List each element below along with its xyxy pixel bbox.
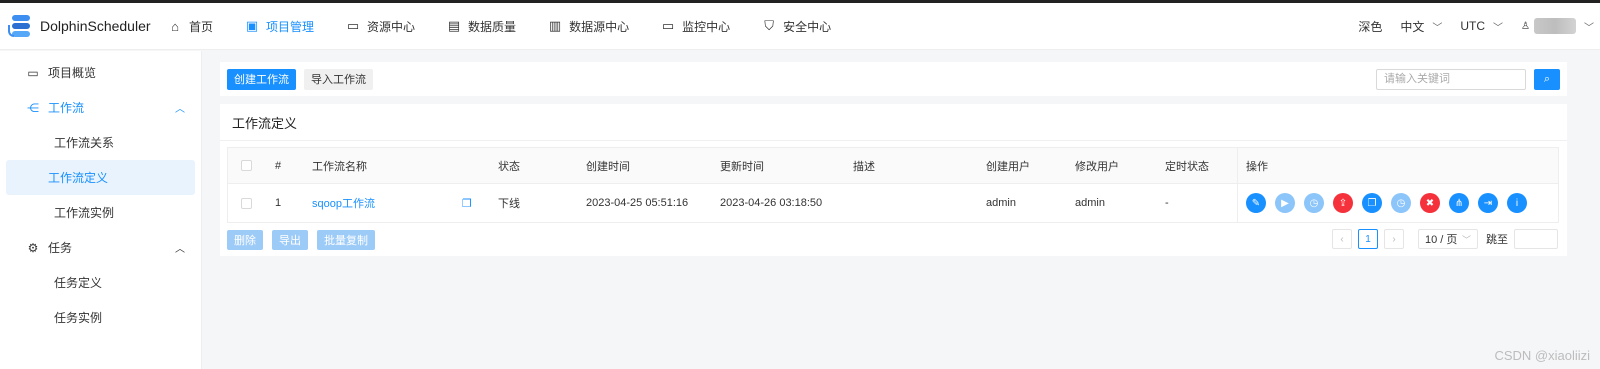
- copy-name-icon[interactable]: ❐: [462, 184, 472, 222]
- workflow-toolbar: 创建工作流 导入工作流 ⌕: [220, 62, 1567, 96]
- timezone-select[interactable]: UTC ﹀: [1460, 19, 1503, 34]
- sidebar-item-task-definition[interactable]: 任务定义: [6, 265, 195, 300]
- blurred-username: [1534, 18, 1576, 34]
- main-nav: ⌂ 首页 ▣ 项目管理 ▭ 资源中心 ▤ 数据质量 ▥ 数据源中心 ▭ 监控中心 ⛉ 安全中心: [168, 3, 863, 50]
- checklist-icon: ▤: [447, 18, 461, 33]
- table-header: # 工作流名称 状态 创建时间 更新时间 描述 创建用户 修改用户 定时状态 操…: [228, 148, 1558, 184]
- shield-icon: ⛉: [764, 18, 774, 33]
- run-icon[interactable]: ▶: [1275, 193, 1295, 213]
- row-checkbox[interactable]: [241, 197, 252, 209]
- nav-monitor[interactable]: ▭ 监控中心: [661, 3, 730, 50]
- workflow-table: # 工作流名称 状态 创建时间 更新时间 描述 创建用户 修改用户 定时状态 操…: [227, 147, 1559, 223]
- user-icon: ♙: [1521, 20, 1530, 32]
- chevron-up-icon: ︿: [175, 104, 185, 115]
- dashboard-icon: ▭: [27, 65, 39, 80]
- sidebar-item-overview[interactable]: ▭ 项目概览: [0, 55, 201, 90]
- sidebar-item-workflow[interactable]: ⋲ 工作流 ︿: [0, 90, 201, 125]
- bulk-actions: 删除 导出 批量复制: [227, 230, 384, 250]
- col-updated: 更新时间: [720, 160, 764, 173]
- chevron-down-icon: ﹀: [1461, 234, 1471, 245]
- chevron-down-icon: ﹀: [1432, 22, 1443, 34]
- col-status: 状态: [498, 160, 520, 173]
- export-icon[interactable]: ⇥: [1478, 193, 1498, 213]
- workflow-name-link[interactable]: sqoop工作流: [312, 184, 375, 222]
- nav-data-quality[interactable]: ▤ 数据质量: [447, 3, 516, 50]
- datasource-icon: ▥: [548, 18, 562, 33]
- watermark: CSDN @xiaoliizi: [1494, 348, 1590, 363]
- jump-page-input[interactable]: [1514, 229, 1558, 249]
- col-name: 工作流名称: [312, 160, 367, 173]
- col-index: #: [275, 159, 282, 172]
- bulk-export-button[interactable]: 导出: [272, 230, 308, 250]
- page-number-button[interactable]: 1: [1358, 229, 1378, 249]
- gear-icon: ⚙: [27, 240, 39, 255]
- col-schedule: 定时状态: [1165, 160, 1209, 173]
- edit-icon[interactable]: ✎: [1246, 193, 1266, 213]
- search-input[interactable]: [1376, 68, 1526, 90]
- select-all-checkbox[interactable]: [241, 160, 252, 171]
- panel-title: 工作流定义: [220, 104, 1567, 141]
- bulk-delete-button[interactable]: 删除: [227, 230, 263, 250]
- project-icon: ▣: [245, 18, 259, 33]
- folder-icon: ▭: [346, 18, 360, 33]
- workflow-definition-panel: 工作流定义 # 工作流名称 状态 创建时间 更新时间 描述 创建用户 修改用户 …: [220, 104, 1567, 256]
- chevron-down-icon: ﹀: [1493, 22, 1504, 34]
- chevron-left-icon: ‹: [1340, 233, 1344, 245]
- nav-resource[interactable]: ▭ 资源中心: [346, 3, 415, 50]
- col-creator: 创建用户: [986, 160, 1030, 173]
- chevron-up-icon: ︿: [175, 244, 185, 255]
- header-right: 深色 中文 ﹀ UTC ﹀ ♙ ﹀: [1340, 3, 1594, 50]
- next-page-button[interactable]: ›: [1384, 229, 1404, 249]
- home-icon: ⌂: [171, 18, 179, 34]
- create-workflow-button[interactable]: 创建工作流: [227, 68, 296, 90]
- sidebar-item-workflow-instance[interactable]: 工作流实例: [6, 195, 195, 230]
- nav-datasource[interactable]: ▥ 数据源中心: [548, 3, 629, 50]
- search-button[interactable]: ⌕: [1534, 68, 1560, 90]
- chevron-down-icon: ﹀: [1584, 22, 1594, 34]
- row-operations: ✎ ▶ ◷ ⇪ ❐ ◷ ✖ ⋔ ⇥ i: [1246, 184, 1536, 222]
- sidebar-item-task[interactable]: ⚙ 任务 ︿: [0, 230, 201, 265]
- col-description: 描述: [853, 160, 875, 173]
- timing-icon[interactable]: ◷: [1304, 193, 1324, 213]
- search-icon: ⌕: [1543, 72, 1551, 85]
- nav-project[interactable]: ▣ 项目管理: [245, 3, 314, 50]
- jump-label: 跳至: [1486, 234, 1508, 246]
- import-workflow-button[interactable]: 导入工作流: [304, 68, 373, 90]
- status-text: 下线: [498, 198, 520, 210]
- batch-copy-button[interactable]: 批量复制: [317, 230, 375, 250]
- nav-security[interactable]: ⛉ 安全中心: [762, 3, 831, 50]
- language-select[interactable]: 中文 ﹀: [1400, 18, 1442, 35]
- upload-icon[interactable]: ⇪: [1333, 193, 1353, 213]
- workflow-icon: ⋲: [27, 100, 39, 115]
- pagination: ‹ 1 › 10 / 页 ﹀ 跳至: [1332, 229, 1558, 249]
- nav-home[interactable]: ⌂ 首页: [168, 3, 213, 50]
- page-size-select[interactable]: 10 / 页 ﹀: [1418, 229, 1478, 249]
- table-row: 1 sqoop工作流 ❐ 下线 2023-04-25 05:51:16 2023…: [228, 184, 1558, 222]
- col-created: 创建时间: [586, 160, 630, 173]
- dolphinscheduler-logo-icon: [8, 13, 36, 39]
- tree-icon[interactable]: ⋔: [1449, 193, 1469, 213]
- sidebar: ▭ 项目概览 ⋲ 工作流 ︿ 工作流关系 工作流定义 工作流实例 ⚙ 任务 ︿ 任务定义 …: [0, 51, 202, 369]
- info-icon[interactable]: i: [1507, 193, 1527, 213]
- sidebar-item-task-instance[interactable]: 任务实例: [6, 300, 195, 335]
- sidebar-item-workflow-definition[interactable]: 工作流定义: [6, 160, 195, 195]
- col-modifier: 修改用户: [1075, 160, 1119, 173]
- col-operations: 操作: [1246, 160, 1268, 173]
- logo-text: DolphinScheduler: [40, 18, 151, 34]
- monitor-icon: ▭: [661, 18, 675, 33]
- top-header: DolphinScheduler ⌂ 首页 ▣ 项目管理 ▭ 资源中心 ▤ 数据质量 ▥…: [0, 3, 1600, 50]
- logo[interactable]: DolphinScheduler: [8, 13, 168, 39]
- theme-toggle[interactable]: 深色: [1358, 18, 1382, 35]
- schedule-icon[interactable]: ◷: [1391, 193, 1411, 213]
- chevron-right-icon: ›: [1392, 233, 1396, 245]
- copy-icon[interactable]: ❐: [1362, 193, 1382, 213]
- delete-icon[interactable]: ✖: [1420, 193, 1440, 213]
- sidebar-item-workflow-relation[interactable]: 工作流关系: [6, 125, 195, 160]
- user-menu[interactable]: ♙ ﹀: [1521, 18, 1594, 34]
- prev-page-button[interactable]: ‹: [1332, 229, 1352, 249]
